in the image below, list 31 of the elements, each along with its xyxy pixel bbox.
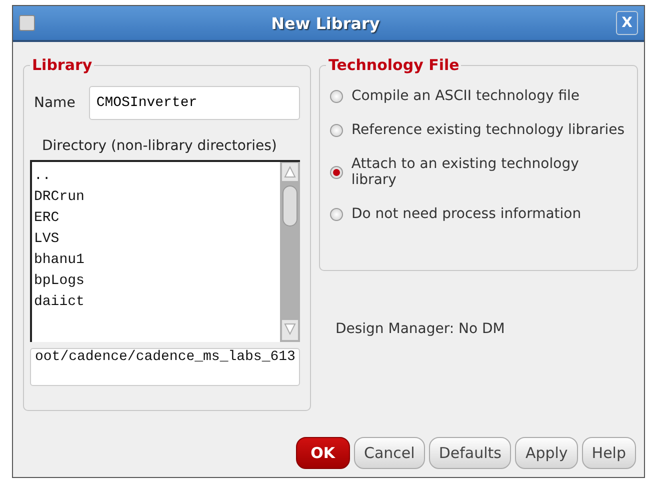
directory-item[interactable]: bpLogs bbox=[34, 271, 278, 292]
dialog-button[interactable]: OK bbox=[296, 437, 350, 469]
design-manager-text: Design Manager: No DM bbox=[335, 321, 506, 337]
name-label: Name bbox=[34, 95, 76, 111]
radio-button[interactable] bbox=[330, 208, 344, 220]
directory-label: Directory (non-library directories) bbox=[42, 138, 278, 154]
directory-item[interactable]: .. bbox=[34, 166, 278, 187]
scrollbar[interactable] bbox=[280, 162, 300, 342]
option-label[interactable]: Do not need process information bbox=[351, 206, 582, 222]
dialog-button[interactable]: Apply bbox=[515, 437, 578, 469]
path-field[interactable]: oot/cadence/cadence_ms_labs_613 bbox=[30, 348, 300, 386]
radio-button[interactable] bbox=[330, 166, 344, 178]
dialog-button[interactable]: Defaults bbox=[428, 437, 512, 469]
directory-item[interactable]: bhanu1 bbox=[34, 250, 278, 271]
window-title: New Library bbox=[270, 14, 381, 32]
radio-button[interactable] bbox=[330, 124, 344, 136]
close-button[interactable]: X bbox=[616, 11, 638, 35]
window-menu-button[interactable] bbox=[19, 15, 35, 31]
directory-item[interactable]: ERC bbox=[34, 208, 278, 229]
dialog-button[interactable]: Cancel bbox=[354, 437, 425, 469]
name-field[interactable]: CMOSInverter bbox=[89, 86, 300, 120]
directory-item[interactable]: DRCrun bbox=[34, 187, 278, 208]
directory-item[interactable]: daiict bbox=[34, 292, 278, 313]
option-label[interactable]: Reference existing technology libraries bbox=[351, 122, 625, 138]
option-label[interactable]: Attach to an existing technology library bbox=[351, 156, 627, 188]
dialog-button[interactable]: Help bbox=[582, 437, 636, 469]
panel-title: Library bbox=[31, 56, 94, 74]
radio-button[interactable] bbox=[330, 90, 344, 102]
panel-title: Technology File bbox=[327, 56, 460, 74]
option-label[interactable]: Compile an ASCII technology file bbox=[351, 88, 580, 104]
directory-item[interactable]: LVS bbox=[34, 229, 278, 250]
